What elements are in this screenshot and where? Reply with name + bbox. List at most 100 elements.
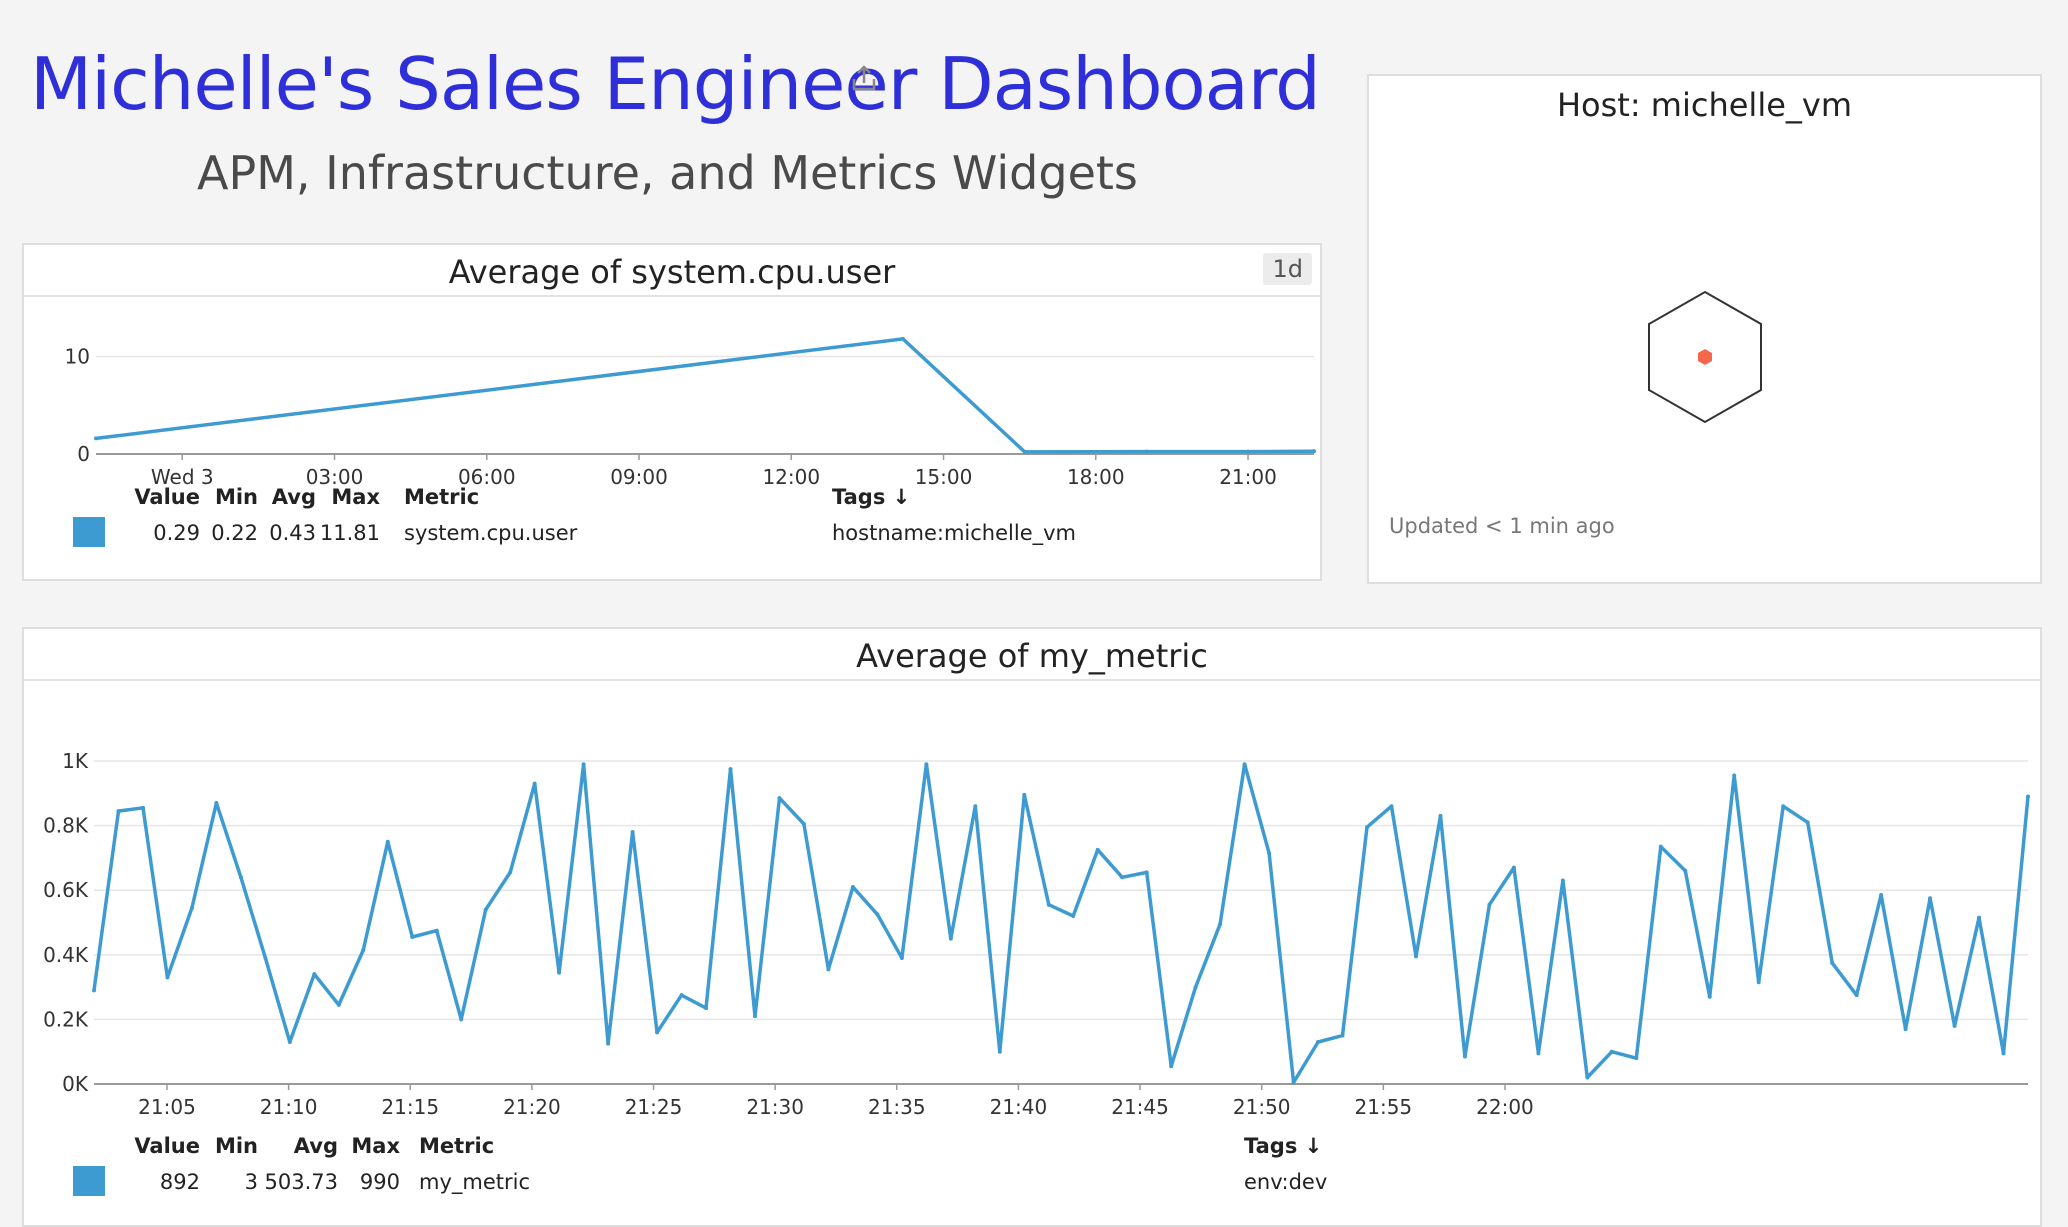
legend-header-min[interactable]: Min bbox=[204, 1134, 258, 1158]
data-point bbox=[1462, 1054, 1467, 1059]
data-point bbox=[1022, 792, 1027, 797]
x-tick-label: 12:00 bbox=[762, 465, 820, 489]
data-point bbox=[1071, 914, 1076, 919]
legend-header-avg[interactable]: Avg bbox=[260, 485, 316, 509]
cpu-line-chart[interactable]: 010Wed 3 03:00 06:00 09:00 12:00 15:00 18:00 21… bbox=[24, 297, 1320, 497]
data-point bbox=[483, 907, 488, 912]
data-point bbox=[1928, 896, 1933, 901]
data-point bbox=[777, 796, 782, 801]
host-map-widget[interactable]: Host: michelle_vm Updated < 1 min ago bbox=[1367, 74, 2042, 584]
widget-title: Average of system.cpu.user bbox=[448, 253, 896, 291]
data-point bbox=[1732, 773, 1737, 778]
data-point bbox=[826, 967, 831, 972]
data-point bbox=[1193, 985, 1198, 990]
y-tick-label: 1K bbox=[62, 749, 89, 773]
x-tick-label: 21:05 bbox=[138, 1095, 196, 1119]
share-icon[interactable] bbox=[849, 63, 879, 93]
cpu-timeseries-widget[interactable]: Average of system.cpu.user 1d 0 10 Wed 3 03… bbox=[22, 243, 1322, 581]
data-point bbox=[1585, 1075, 1590, 1080]
data-point bbox=[1879, 893, 1884, 898]
data-point bbox=[116, 809, 121, 814]
data-point bbox=[924, 762, 929, 767]
host-hexagon[interactable] bbox=[1645, 290, 1765, 424]
legend-max: 990 bbox=[359, 1170, 400, 1194]
y-tick-label: 0.4K bbox=[43, 943, 89, 967]
legend-value: 0.29 bbox=[153, 521, 200, 545]
legend-header-tags[interactable]: Tags ↓ bbox=[1244, 1134, 1322, 1158]
data-point bbox=[1756, 980, 1761, 985]
legend-header-max[interactable]: Max bbox=[316, 485, 380, 509]
data-point bbox=[1267, 851, 1272, 856]
data-point bbox=[165, 975, 170, 980]
data-point bbox=[238, 875, 243, 880]
data-point bbox=[1952, 1023, 1957, 1028]
data-point bbox=[1095, 847, 1100, 852]
data-point bbox=[336, 1002, 341, 1007]
x-tick-label: 21:45 bbox=[1111, 1095, 1169, 1119]
timeframe-badge[interactable]: 1d bbox=[1263, 253, 1312, 285]
x-tick-label: 21:15 bbox=[381, 1095, 439, 1119]
legend-header-max[interactable]: Max bbox=[342, 1134, 400, 1158]
data-point bbox=[189, 905, 194, 910]
data-point bbox=[459, 1017, 464, 1022]
data-point bbox=[1487, 902, 1492, 907]
legend-header-tags[interactable]: Tags ↓ bbox=[832, 485, 910, 509]
data-point bbox=[287, 1040, 292, 1045]
data-point bbox=[1389, 804, 1394, 809]
data-point bbox=[2026, 794, 2030, 799]
legend-header-metric[interactable]: Metric bbox=[404, 485, 479, 509]
legend-header-avg[interactable]: Avg bbox=[260, 1134, 338, 1158]
data-point bbox=[361, 947, 366, 952]
x-tick-label: 22:00 bbox=[1476, 1095, 1534, 1119]
x-tick-label: 21:55 bbox=[1355, 1095, 1413, 1119]
data-point bbox=[1781, 804, 1786, 809]
data-point bbox=[1242, 762, 1247, 767]
data-point bbox=[1854, 993, 1859, 998]
legend-metric: system.cpu.user bbox=[404, 521, 578, 545]
data-point bbox=[1046, 902, 1051, 907]
data-point bbox=[508, 870, 513, 875]
data-point bbox=[214, 800, 219, 805]
data-point bbox=[704, 1006, 709, 1011]
data-point bbox=[655, 1030, 660, 1035]
legend-header-min[interactable]: Min bbox=[204, 485, 258, 509]
legend-avg: 0.43 bbox=[269, 521, 316, 545]
data-point bbox=[1658, 844, 1663, 849]
data-point bbox=[1022, 449, 1027, 454]
data-point bbox=[581, 762, 586, 767]
data-point bbox=[1246, 449, 1251, 454]
data-point bbox=[1120, 875, 1125, 880]
data-point bbox=[1683, 868, 1688, 873]
series-color-swatch bbox=[73, 517, 105, 547]
data-point bbox=[1438, 813, 1443, 818]
data-point bbox=[94, 436, 98, 441]
data-point bbox=[1805, 820, 1810, 825]
legend-metric: my_metric bbox=[419, 1170, 531, 1194]
legend-header-metric[interactable]: Metric bbox=[419, 1134, 494, 1158]
legend-header-value[interactable]: Value bbox=[114, 485, 200, 509]
data-point bbox=[997, 1049, 1002, 1054]
metric-line-chart[interactable]: 0K 0.2K 0.4K 0.6K 0.8K 1K 21:05 21:10 21:15 21:20… bbox=[24, 681, 2040, 1171]
data-point bbox=[434, 928, 439, 933]
data-point bbox=[410, 935, 415, 940]
data-point bbox=[1169, 1064, 1174, 1069]
metric-timeseries-widget[interactable]: Average of my_metric 0K 0.2K 0.4K 0.6K 0.8K 1… bbox=[22, 627, 2042, 1227]
y-tick-label: 0.2K bbox=[43, 1007, 89, 1031]
legend-header-value[interactable]: Value bbox=[114, 1134, 200, 1158]
data-point bbox=[1560, 878, 1565, 883]
data-point bbox=[1144, 870, 1149, 875]
data-point bbox=[948, 936, 953, 941]
data-point bbox=[1291, 1080, 1296, 1085]
legend-value: 892 bbox=[159, 1170, 200, 1194]
data-point bbox=[630, 830, 635, 835]
x-tick-label: 15:00 bbox=[915, 465, 973, 489]
data-point bbox=[728, 767, 733, 772]
data-point bbox=[1830, 960, 1835, 965]
x-tick-label: 21:20 bbox=[503, 1095, 561, 1119]
x-tick-label: 21:35 bbox=[868, 1095, 926, 1119]
host-widget-title: Host: michelle_vm bbox=[1556, 86, 1852, 124]
data-point bbox=[1511, 865, 1516, 870]
y-tick-label: 0 bbox=[77, 442, 90, 466]
widget-title: Average of my_metric bbox=[856, 637, 1208, 675]
legend-max: 11.81 bbox=[319, 521, 380, 545]
